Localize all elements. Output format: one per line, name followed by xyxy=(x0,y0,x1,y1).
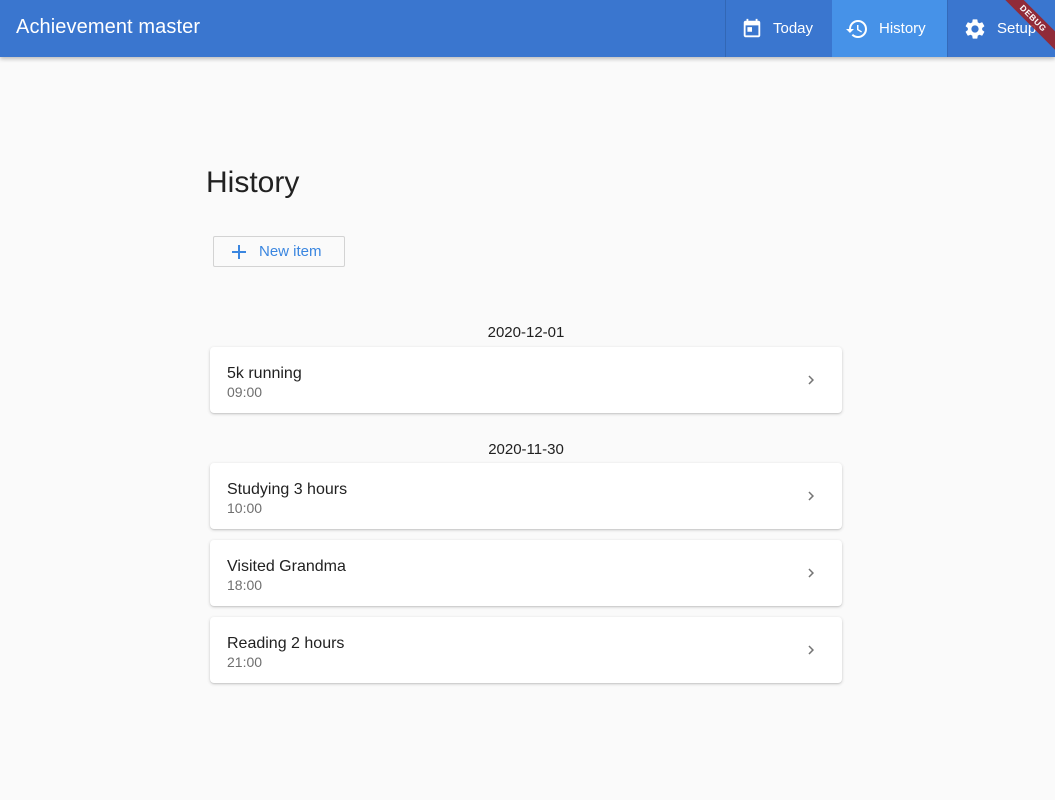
history-item-name: 5k running xyxy=(227,365,302,382)
history-item-name: Visited Grandma xyxy=(227,558,346,575)
date-header: 2020-12-01 xyxy=(487,324,565,341)
nav-tab-history[interactable]: History xyxy=(832,0,947,57)
history-item-time: 21:00 xyxy=(227,654,263,670)
date-header: 2020-11-30 xyxy=(488,441,564,458)
app-title: Achievement master xyxy=(16,16,201,38)
chevron-right-icon xyxy=(808,645,814,655)
nav-tab-today[interactable]: Today xyxy=(725,0,832,57)
chevron-right-icon xyxy=(808,375,814,385)
chevron-right-icon xyxy=(808,568,814,578)
history-icon xyxy=(846,19,867,38)
new-item-button[interactable]: New item xyxy=(213,236,345,267)
history-item-time: 09:00 xyxy=(227,384,263,400)
calendar-icon xyxy=(743,18,761,37)
history-item-card[interactable]: 5k running 09:00 xyxy=(210,347,842,413)
chevron-right-icon xyxy=(808,491,814,501)
history-item-name: Reading 2 hours xyxy=(227,635,345,652)
history-item-name: Studying 3 hours xyxy=(227,481,348,498)
nav-tab-setup-label: Setup xyxy=(997,20,1037,37)
history-item-time: 18:00 xyxy=(227,577,263,593)
nav-tab-setup[interactable]: Setup xyxy=(947,0,1055,57)
nav-tab-history-label: History xyxy=(879,20,926,37)
gear-icon xyxy=(965,18,985,39)
history-item-card[interactable]: Visited Grandma 18:00 xyxy=(210,540,842,606)
history-item-card[interactable]: Studying 3 hours 10:00 xyxy=(210,463,842,529)
history-item-card[interactable]: Reading 2 hours 21:00 xyxy=(210,617,842,683)
history-item-time: 10:00 xyxy=(227,500,263,516)
nav-tab-today-label: Today xyxy=(773,20,814,37)
plus-icon xyxy=(232,244,246,259)
app-bar: Achievement master Today History Setup xyxy=(0,0,1055,57)
page-title: History xyxy=(206,166,300,199)
new-item-label: New item xyxy=(259,243,322,260)
